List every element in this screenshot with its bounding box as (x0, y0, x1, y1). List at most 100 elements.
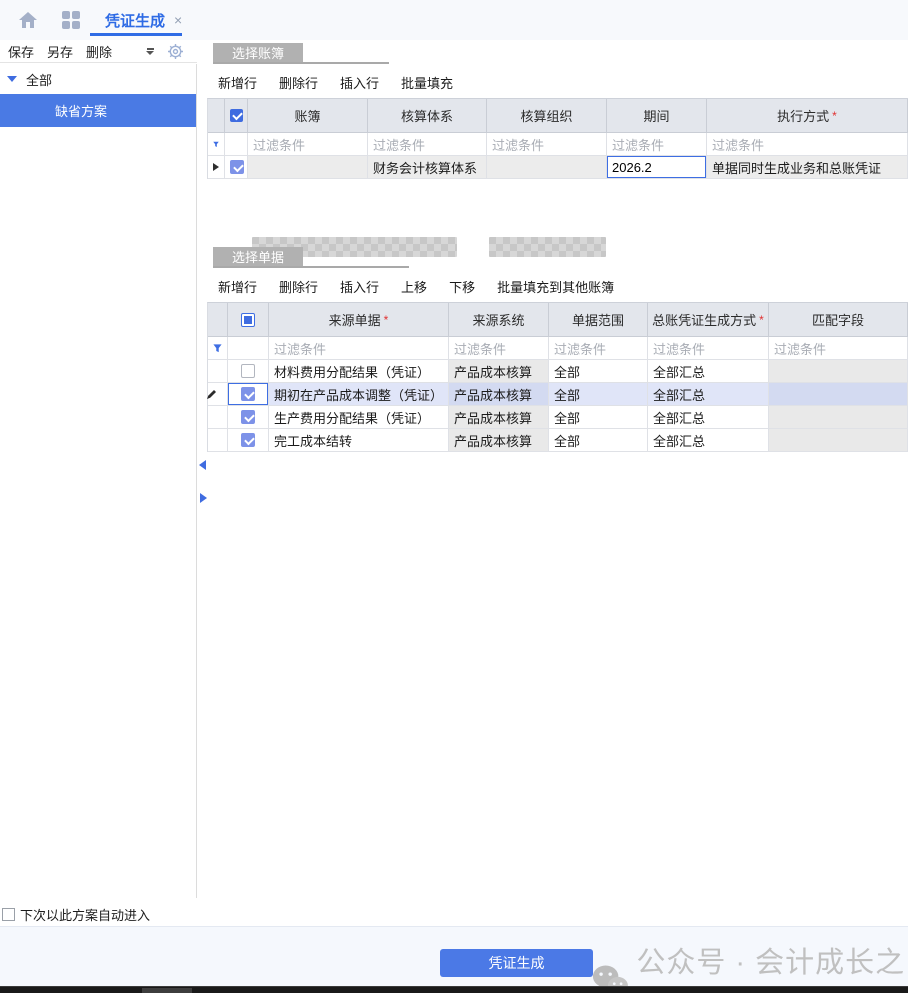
tab-select-documents[interactable]: 选择单据 (213, 247, 303, 266)
doc-row-checkbox[interactable] (241, 410, 255, 424)
auto-enter-option: 下次以此方案自动进入 (2, 905, 150, 924)
insert-row-button[interactable]: 插入行 (340, 73, 379, 92)
delete-button[interactable]: 删除 (81, 40, 117, 63)
source-system-cell[interactable]: 产品成本核算 (449, 429, 549, 452)
ledger-table-row: 财务会计核算体系 单据同时生成业务和总账凭证 (208, 156, 908, 179)
gl-mode-cell[interactable]: 全部汇总 (648, 383, 769, 406)
doc-range-cell[interactable]: 全部 (549, 406, 648, 429)
delete-row-button[interactable]: 删除行 (279, 277, 318, 296)
ledger-table-header: 账簿 核算体系 核算组织 期间 执行方式* (208, 99, 908, 133)
source-system-cell[interactable]: 产品成本核算 (449, 406, 549, 429)
insert-row-button[interactable]: 插入行 (340, 277, 379, 296)
batch-fill-button[interactable]: 批量填充 (401, 73, 453, 92)
match-field-cell[interactable] (769, 383, 908, 406)
sidebar-item-label: 缺省方案 (55, 101, 107, 120)
tab-select-ledger[interactable]: 选择账簿 (213, 43, 303, 62)
ledger-table: 账簿 核算体系 核算组织 期间 执行方式* 过滤条件 过滤条件 过滤条件 过滤条… (207, 98, 908, 179)
source-system-cell[interactable]: 产品成本核算 (449, 383, 549, 406)
col-ledger: 账簿 (248, 99, 368, 133)
filter-gl-mode[interactable]: 过滤条件 (648, 337, 769, 360)
row-arrow-icon (213, 163, 219, 171)
col-exec-mode: 执行方式* (707, 99, 908, 133)
source-doc-cell[interactable]: 生产费用分配结果（凭证） (269, 406, 449, 429)
filter-doc-range[interactable]: 过滤条件 (549, 337, 648, 360)
col-accounting-org: 核算组织 (487, 99, 607, 133)
required-marker: * (384, 313, 389, 327)
doc-table-row-selected: 期初在产品成本调整（凭证） 产品成本核算 全部 全部汇总 (208, 383, 908, 406)
tab-label: 凭证生成 (105, 10, 165, 31)
pencil-icon (208, 389, 217, 400)
accounting-org-cell[interactable] (487, 156, 607, 179)
gl-mode-cell[interactable]: 全部汇总 (648, 429, 769, 452)
tab-close-icon[interactable]: × (174, 12, 182, 28)
auto-enter-label: 下次以此方案自动进入 (20, 905, 150, 924)
source-doc-cell[interactable]: 完工成本结转 (269, 429, 449, 452)
scheme-toolbar: 保存 另存 删除 (0, 40, 197, 63)
ledger-name-cell[interactable] (248, 156, 368, 179)
documents-table: 来源单据* 来源系统 单据范围 总账凭证生成方式* 匹配字段 过滤条件 过滤条件… (207, 302, 908, 452)
filter-funnel-icon[interactable] (213, 139, 219, 150)
filter-accounting-org[interactable]: 过滤条件 (487, 133, 607, 156)
select-all-checkbox[interactable] (241, 313, 255, 327)
exec-mode-cell[interactable]: 单据同时生成业务和总账凭证 (707, 156, 908, 179)
doc-row-checkbox[interactable] (241, 387, 255, 401)
gear-icon[interactable] (167, 43, 184, 60)
expand-panel-right-arrow[interactable] (200, 493, 207, 503)
main-content: 选择账簿 新增行 删除行 插入行 批量填充 账簿 核算体系 核算组织 期间 执行… (207, 40, 908, 926)
match-field-cell[interactable] (769, 429, 908, 452)
delete-row-button[interactable]: 删除行 (279, 73, 318, 92)
filter-source-system[interactable]: 过滤条件 (449, 337, 549, 360)
doc-row-checkbox[interactable] (241, 364, 255, 378)
watermark-text: 公众号 · 会计成长之路 (636, 939, 908, 993)
doc-range-cell[interactable]: 全部 (549, 429, 648, 452)
add-row-button[interactable]: 新增行 (218, 277, 257, 296)
save-as-button[interactable]: 另存 (42, 40, 78, 63)
doc-row-checkbox[interactable] (241, 433, 255, 447)
required-marker: * (759, 313, 764, 327)
top-tab-bar: 凭证生成 × (0, 0, 908, 40)
filter-period[interactable]: 过滤条件 (607, 133, 707, 156)
doc-filter-row: 过滤条件 过滤条件 过滤条件 过滤条件 过滤条件 (208, 337, 908, 360)
source-doc-cell[interactable]: 材料费用分配结果（凭证） (269, 360, 449, 383)
sidebar-group-label: 全部 (26, 70, 52, 89)
filter-exec-mode[interactable]: 过滤条件 (707, 133, 908, 156)
ledger-row-checkbox[interactable] (230, 160, 244, 174)
filter-accounting-system[interactable]: 过滤条件 (368, 133, 487, 156)
source-system-cell[interactable]: 产品成本核算 (449, 360, 549, 383)
doc-range-cell[interactable]: 全部 (549, 383, 648, 406)
filter-ledger[interactable]: 过滤条件 (248, 133, 368, 156)
match-field-cell[interactable] (769, 360, 908, 383)
batch-fill-other-ledgers-button[interactable]: 批量填充到其他账簿 (497, 277, 614, 296)
apps-grid-icon[interactable] (62, 11, 80, 29)
move-up-button[interactable]: 上移 (401, 277, 427, 296)
gl-mode-cell[interactable]: 全部汇总 (648, 406, 769, 429)
sidebar-item-default-scheme[interactable]: 缺省方案 (0, 94, 196, 127)
home-icon[interactable] (18, 11, 38, 29)
more-dropdown-icon[interactable] (145, 48, 155, 55)
col-gl-mode: 总账凭证生成方式* (648, 303, 769, 337)
watermark: 公众号 · 会计成长之路 (592, 939, 908, 993)
filter-match-field[interactable]: 过滤条件 (769, 337, 908, 360)
move-down-button[interactable]: 下移 (449, 277, 475, 296)
source-doc-cell[interactable]: 期初在产品成本调整（凭证） (269, 383, 449, 406)
save-button[interactable]: 保存 (3, 40, 39, 63)
current-row-indicator (208, 156, 225, 179)
collapse-panel-left-arrow[interactable] (199, 460, 206, 470)
add-row-button[interactable]: 新增行 (218, 73, 257, 92)
generate-voucher-button[interactable]: 凭证生成 (440, 949, 593, 977)
accounting-system-cell[interactable]: 财务会计核算体系 (368, 156, 487, 179)
doc-range-cell[interactable]: 全部 (549, 360, 648, 383)
gl-mode-cell[interactable]: 全部汇总 (648, 360, 769, 383)
select-all-checkbox[interactable] (230, 109, 243, 122)
doc-table-header: 来源单据* 来源系统 单据范围 总账凭证生成方式* 匹配字段 (208, 303, 908, 337)
sidebar-group-all[interactable]: 全部 (0, 64, 196, 94)
doc-table-row: 材料费用分配结果（凭证） 产品成本核算 全部 全部汇总 (208, 360, 908, 383)
period-cell (607, 156, 707, 179)
doc-table-row: 完工成本结转 产品成本核算 全部 全部汇总 (208, 429, 908, 452)
col-accounting-system: 核算体系 (368, 99, 487, 133)
match-field-cell[interactable] (769, 406, 908, 429)
filter-funnel-icon[interactable] (213, 343, 222, 354)
filter-source-doc[interactable]: 过滤条件 (269, 337, 449, 360)
auto-enter-checkbox[interactable] (2, 908, 15, 921)
period-input[interactable] (607, 156, 706, 178)
